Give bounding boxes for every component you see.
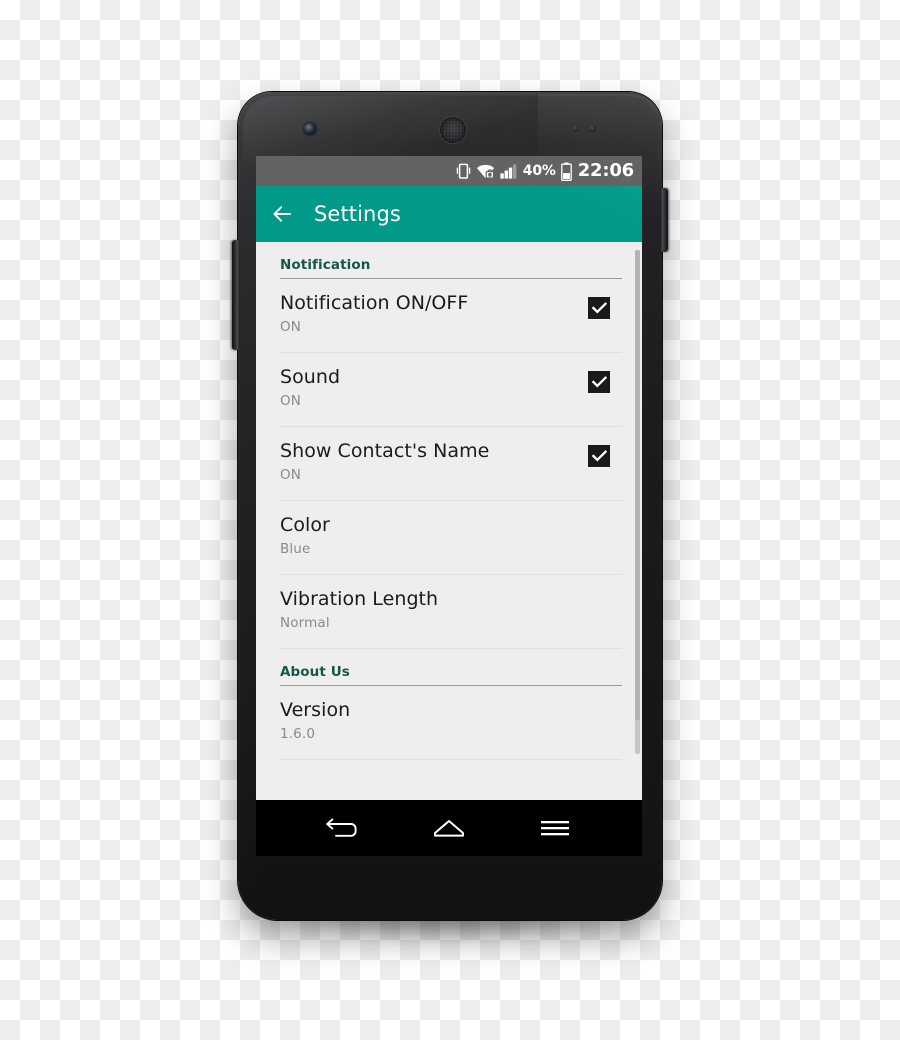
pref-widget[interactable] bbox=[588, 439, 622, 467]
pref-row-sound[interactable]: Sound ON bbox=[280, 353, 622, 427]
pref-title: Show Contact's Name bbox=[280, 440, 490, 462]
pref-summary: ON bbox=[280, 467, 302, 484]
pref-widget[interactable] bbox=[588, 291, 622, 319]
pref-summary: Normal bbox=[280, 615, 330, 632]
pref-text: Notification ON/OFF ON bbox=[280, 291, 588, 335]
volume-rocker-button[interactable] bbox=[232, 240, 239, 350]
pref-row-show-contacts-name[interactable]: Show Contact's Name ON bbox=[280, 427, 622, 501]
pref-title: Vibration Length bbox=[280, 588, 439, 610]
menu-icon[interactable] bbox=[527, 808, 583, 848]
battery-percent-label: 40% bbox=[522, 163, 556, 179]
signal-bars-icon bbox=[500, 163, 518, 179]
pref-row-color[interactable]: Color Blue bbox=[280, 501, 622, 575]
pref-summary: 1.6.0 bbox=[280, 726, 316, 743]
earpiece-speaker-icon bbox=[440, 117, 466, 143]
pref-text: Sound ON bbox=[280, 365, 588, 409]
vertical-scrollbar[interactable] bbox=[635, 250, 640, 754]
pref-summary: ON bbox=[280, 393, 302, 410]
ambient-light-sensor-icon bbox=[589, 125, 596, 132]
navigation-bar bbox=[256, 800, 642, 856]
section-header-notification: Notification bbox=[280, 242, 622, 279]
pref-title: Sound bbox=[280, 366, 341, 388]
pref-title: Notification ON/OFF bbox=[280, 292, 469, 314]
section-header-about-us: About Us bbox=[280, 649, 622, 686]
status-bar: 40% 22:06 bbox=[256, 156, 642, 186]
wifi-secured-icon bbox=[476, 163, 495, 180]
pref-row-notification-onoff[interactable]: Notification ON/OFF ON bbox=[280, 279, 622, 353]
section-header-label: About Us bbox=[280, 664, 350, 680]
section-header-label: Notification bbox=[280, 257, 371, 273]
vibrate-icon bbox=[456, 162, 471, 180]
pref-summary: Blue bbox=[280, 541, 311, 558]
checkbox-checked-icon[interactable] bbox=[588, 297, 610, 319]
phone-screen: 40% 22:06 Settings Notification Notifica… bbox=[256, 156, 642, 856]
pref-title: Version bbox=[280, 699, 351, 721]
pref-title: Color bbox=[280, 514, 330, 536]
power-button[interactable] bbox=[661, 188, 668, 252]
pref-text: Vibration Length Normal bbox=[280, 587, 622, 631]
pref-text: Show Contact's Name ON bbox=[280, 439, 588, 483]
pref-text: Version 1.6.0 bbox=[280, 698, 622, 742]
arrow-left-icon[interactable] bbox=[270, 202, 294, 226]
battery-icon bbox=[560, 162, 572, 181]
pref-text: Color Blue bbox=[280, 513, 622, 557]
phone-device-body: 40% 22:06 Settings Notification Notifica… bbox=[232, 92, 668, 920]
app-bar: Settings bbox=[256, 186, 642, 242]
scrollbar-thumb[interactable] bbox=[635, 250, 640, 720]
settings-list[interactable]: Notification Notification ON/OFF ON Soun… bbox=[256, 242, 642, 800]
page-title: Settings bbox=[314, 202, 401, 226]
checkbox-checked-icon[interactable] bbox=[588, 371, 610, 393]
proximity-sensor-icon bbox=[572, 125, 579, 132]
front-camera-icon bbox=[304, 123, 316, 135]
status-bar-clock: 22:06 bbox=[577, 160, 634, 181]
pref-row-vibration-length[interactable]: Vibration Length Normal bbox=[280, 575, 622, 649]
pref-widget[interactable] bbox=[588, 365, 622, 393]
pref-row-version[interactable]: Version 1.6.0 bbox=[280, 686, 622, 760]
home-icon[interactable] bbox=[421, 808, 477, 848]
checkbox-checked-icon[interactable] bbox=[588, 445, 610, 467]
canvas: 40% 22:06 Settings Notification Notifica… bbox=[0, 0, 900, 1040]
pref-summary: ON bbox=[280, 319, 302, 336]
back-icon[interactable] bbox=[315, 808, 371, 848]
